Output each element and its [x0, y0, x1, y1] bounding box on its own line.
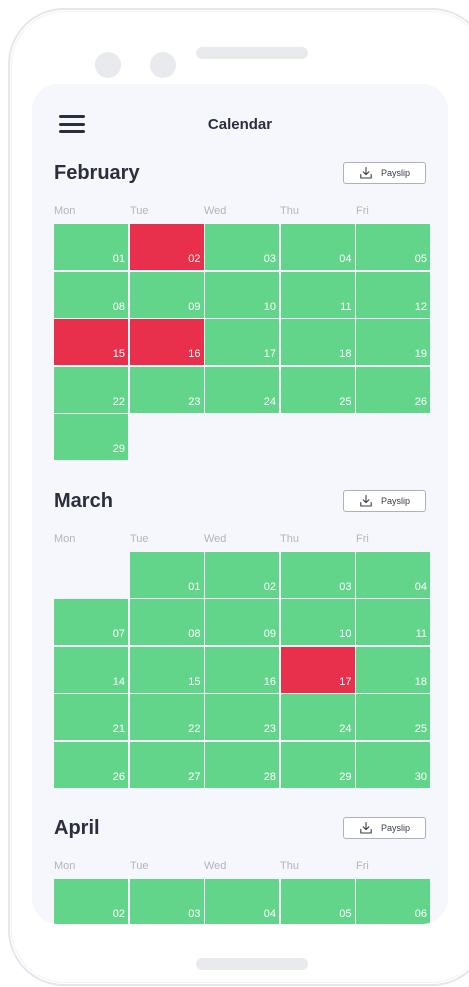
calendar-day-cell[interactable]: 15 — [54, 319, 128, 365]
month-header: April Payslip — [32, 815, 448, 863]
weekday-label: Mon — [54, 860, 76, 872]
month-header: February Payslip — [32, 160, 448, 208]
weekday-label: Thu — [280, 205, 299, 217]
calendar-day-cell[interactable]: 17 — [205, 319, 279, 365]
calendar-day-cell[interactable]: 03 — [129, 879, 204, 924]
calendar-day-cell[interactable]: 16 — [205, 646, 279, 693]
calendar-day-cell[interactable]: 21 — [54, 694, 128, 740]
calendar-day-cell[interactable]: 06 — [356, 879, 430, 924]
payslip-download-button[interactable]: Payslip — [343, 489, 426, 512]
calendar-day-cell[interactable]: 01 — [129, 551, 204, 598]
calendar-day-cell[interactable]: 02 — [129, 224, 204, 270]
weekday-header: Mon Tue Wed Thu Fri — [54, 205, 448, 224]
calendar-day-cell[interactable]: 02 — [54, 879, 128, 924]
calendar-day-cell[interactable]: 07 — [54, 599, 128, 645]
calendar-day-cell[interactable]: 25 — [280, 366, 355, 413]
calendar-day-cell[interactable]: 19 — [356, 319, 430, 365]
calendar-day-cell[interactable]: 23 — [129, 366, 204, 413]
calendar-day-cell[interactable]: 03 — [280, 551, 355, 598]
calendar-grid: 01 02 03 04 05 08 09 10 11 12 15 16 17 18 19 22 23 24 25 26… — [54, 224, 448, 462]
calendar-day-cell[interactable]: 22 — [129, 694, 204, 740]
weekday-label: Fri — [356, 205, 369, 217]
app-header: Calendar — [32, 84, 448, 168]
weekday-label: Mon — [54, 532, 76, 545]
calendar-day-cell[interactable]: 10 — [280, 599, 355, 645]
month-title: April — [54, 817, 100, 839]
weekday-label: Thu — [280, 532, 299, 545]
calendar-day-cell[interactable]: 02 — [205, 551, 279, 598]
payslip-label: Payslip — [380, 823, 410, 833]
calendar-day-cell[interactable]: 08 — [129, 599, 204, 645]
month-section-april: April Payslip Mon Tue Wed Thu Fri 02 03 04 05 06 — [32, 815, 448, 924]
calendar-day-cell[interactable]: 29 — [54, 414, 128, 460]
calendar-day-cell[interactable]: 08 — [54, 271, 128, 318]
calendar-day-cell[interactable]: 14 — [54, 646, 128, 693]
month-section-february: February Payslip Mon Tue Wed Thu Fri 01 02 03 04 05… — [32, 160, 448, 462]
calendar-day-cell[interactable]: 04 — [356, 551, 430, 598]
calendar-day-cell[interactable]: 05 — [280, 879, 355, 924]
calendar-day-cell[interactable]: 29 — [280, 741, 355, 788]
calendar-day-cell[interactable]: 11 — [280, 271, 355, 318]
weekday-label: Wed — [204, 532, 227, 545]
calendar-day-cell[interactable]: 17 — [280, 646, 355, 693]
download-icon — [360, 494, 372, 507]
calendar-day-cell[interactable]: 12 — [356, 271, 430, 318]
calendar-day-cell[interactable]: 01 — [54, 224, 128, 270]
month-section-march: March Payslip Mon Tue Wed Thu Fri 01 02 03 04 07 08 0… — [32, 488, 448, 790]
calendar-day-cell[interactable]: 25 — [356, 694, 430, 740]
calendar-day-cell[interactable]: 28 — [205, 741, 279, 788]
weekday-label: Tue — [130, 532, 149, 545]
weekday-label: Tue — [130, 860, 149, 872]
payslip-download-button[interactable]: Payslip — [343, 162, 426, 184]
weekday-label: Mon — [54, 205, 76, 217]
month-title: March — [54, 489, 113, 512]
calendar-day-cell[interactable]: 16 — [129, 319, 204, 365]
calendar-day-cell[interactable]: 04 — [205, 879, 279, 924]
calendar-day-cell[interactable]: 15 — [129, 646, 204, 693]
calendar-day-cell[interactable]: 22 — [54, 366, 128, 413]
download-icon — [360, 166, 372, 179]
calendar-grid: 01 02 03 04 07 08 09 10 11 14 15 16 17 18 21 22 23 24 25 26… — [54, 551, 448, 790]
calendar-day-cell[interactable]: 10 — [205, 271, 279, 318]
calendar-day-cell[interactable]: 24 — [205, 366, 279, 413]
front-camera — [95, 52, 121, 78]
weekday-label: Wed — [204, 205, 227, 217]
calendar-day-cell[interactable]: 27 — [129, 741, 204, 788]
calendar-day-cell[interactable]: 09 — [205, 599, 279, 645]
calendar-day-cell[interactable]: 26 — [54, 741, 128, 788]
calendar-day-cell[interactable]: 11 — [356, 599, 430, 645]
calendar-day-cell[interactable]: 04 — [280, 224, 355, 270]
weekday-label: Fri — [356, 860, 369, 872]
weekday-label: Fri — [356, 532, 369, 545]
app-screen: Calendar February Payslip Mon Tue Wed Thu Fri 0… — [32, 84, 448, 924]
calendar-day-cell[interactable]: 23 — [205, 694, 279, 740]
calendar-day-cell[interactable]: 05 — [356, 224, 430, 270]
phone-speaker — [196, 47, 308, 59]
page-title: Calendar — [207, 116, 273, 133]
calendar-day-cell[interactable]: 30 — [356, 741, 430, 788]
weekday-label: Wed — [204, 860, 227, 872]
calendar-day-cell[interactable]: 03 — [205, 224, 279, 270]
calendar-day-cell[interactable]: 24 — [280, 694, 355, 740]
payslip-label: Payslip — [380, 495, 410, 506]
month-title: February — [54, 162, 140, 184]
calendar-day-cell[interactable]: 18 — [356, 646, 430, 693]
payslip-label: Payslip — [380, 168, 410, 178]
payslip-download-button[interactable]: Payslip — [343, 817, 426, 839]
weekday-label: Tue — [130, 205, 149, 217]
calendar-day-cell[interactable]: 09 — [129, 271, 204, 318]
download-icon — [360, 821, 372, 834]
months-list: February Payslip Mon Tue Wed Thu Fri 01 02 03 04 05… — [32, 160, 448, 924]
home-bar — [196, 958, 308, 970]
front-sensor — [150, 52, 176, 78]
month-header: March Payslip — [32, 488, 448, 536]
calendar-grid: 02 03 04 05 06 — [54, 879, 448, 924]
weekday-header: Mon Tue Wed Thu Fri — [54, 860, 448, 879]
calendar-day-cell[interactable]: 26 — [356, 366, 430, 413]
weekday-header: Mon Tue Wed Thu Fri — [54, 532, 448, 552]
weekday-label: Thu — [280, 860, 299, 872]
calendar-day-cell[interactable]: 18 — [280, 319, 355, 365]
